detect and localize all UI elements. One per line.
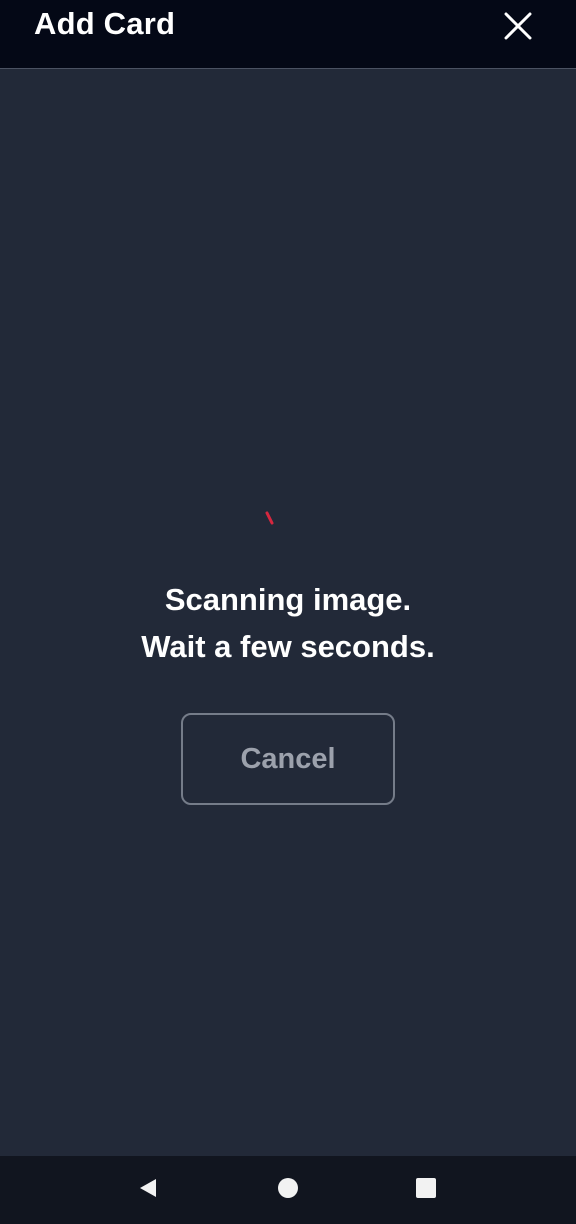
close-button[interactable] — [500, 10, 536, 46]
page-title: Add Card — [34, 6, 176, 41]
scan-status-message: Scanning image. Wait a few seconds. — [0, 576, 576, 670]
close-icon — [503, 11, 533, 46]
status-line-1: Scanning image. — [164, 582, 412, 617]
recents-square-icon — [414, 1176, 438, 1205]
loading-spinner — [262, 509, 278, 529]
status-line-2: Wait a few seconds. — [141, 629, 435, 664]
top-app-bar: Add Card — [0, 0, 576, 69]
back-triangle-icon — [136, 1176, 160, 1205]
system-navigation-bar — [0, 1156, 576, 1224]
recents-button[interactable] — [412, 1176, 440, 1204]
home-button[interactable] — [274, 1176, 302, 1204]
cancel-button[interactable]: Cancel — [181, 713, 395, 805]
cancel-label: Cancel — [240, 742, 336, 775]
back-button[interactable] — [134, 1176, 162, 1204]
add-card-screen: Add Card Scanning image. Wait a few seco… — [0, 0, 576, 1224]
home-circle-icon — [276, 1176, 300, 1205]
